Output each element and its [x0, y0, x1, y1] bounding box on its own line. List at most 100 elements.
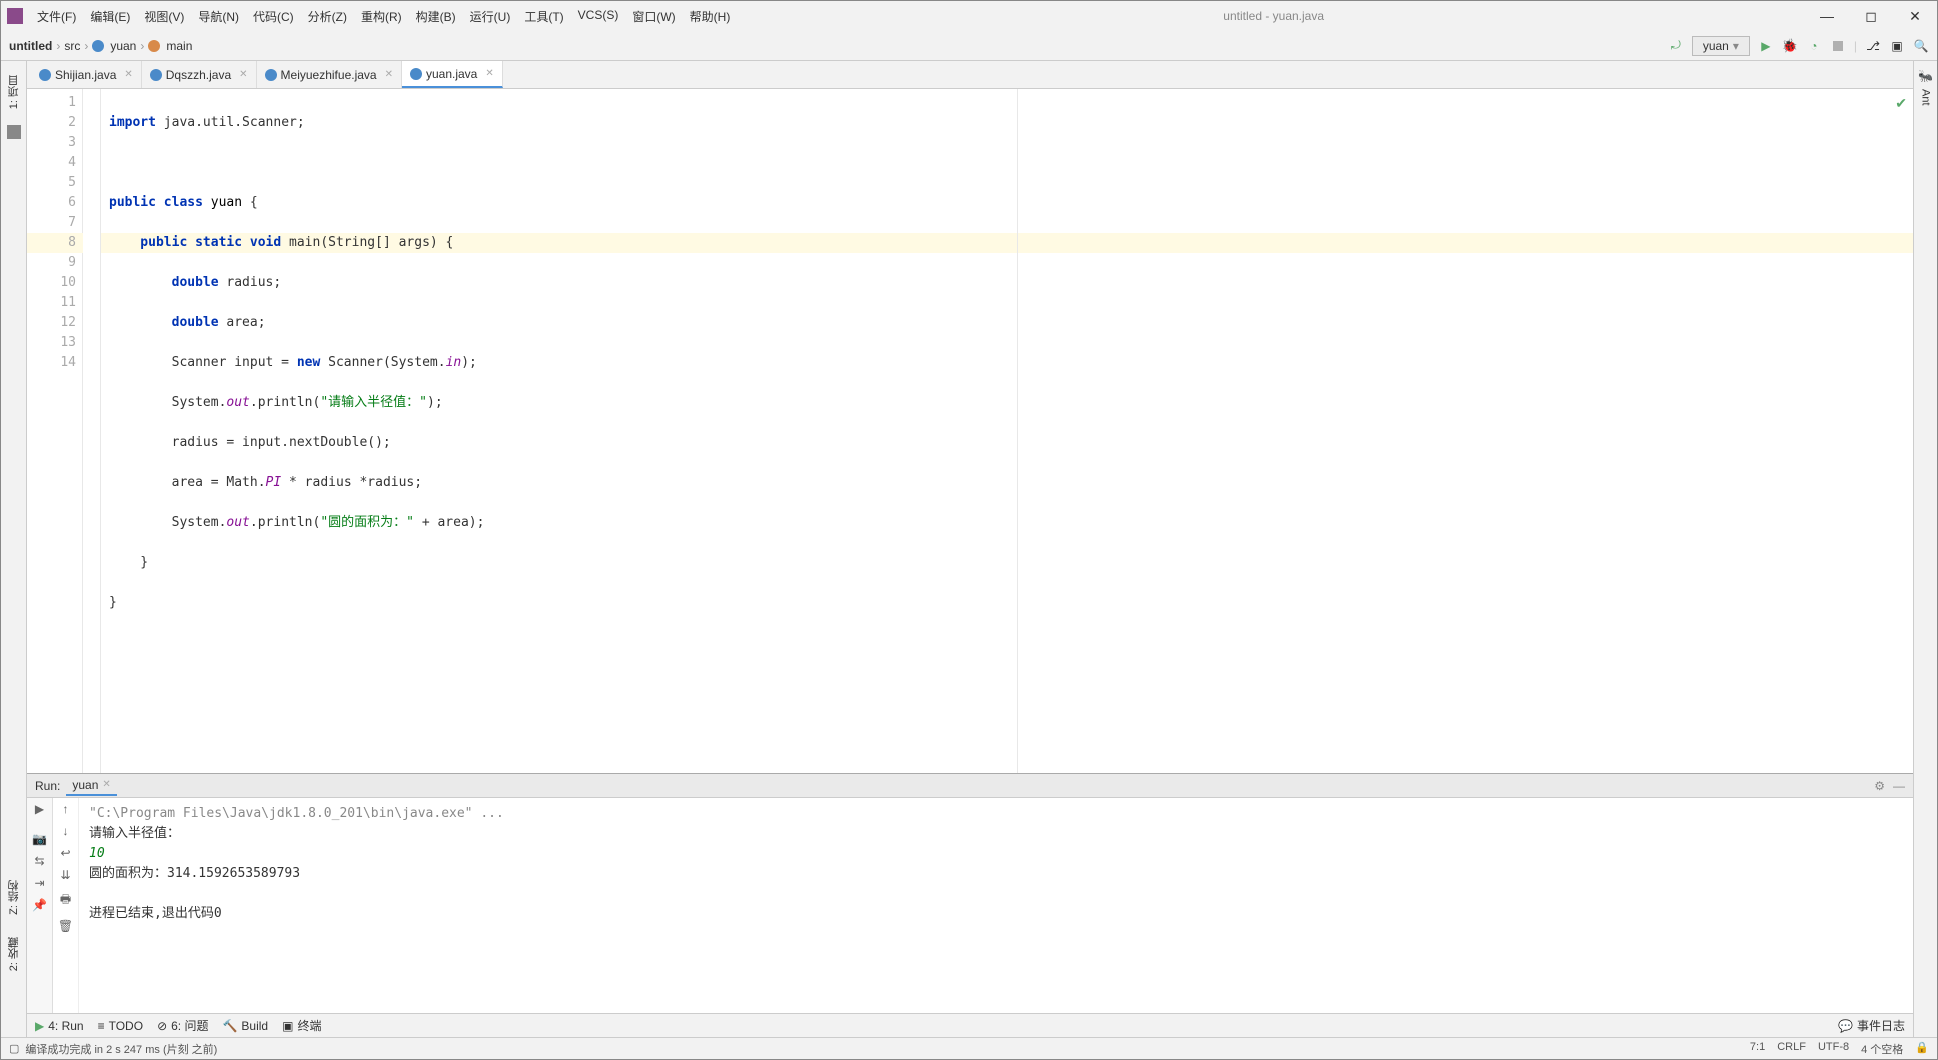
run-minimize-icon[interactable]: — [1893, 779, 1905, 793]
rerun-button[interactable]: ▶ [35, 802, 44, 816]
line-number[interactable]: 7 [27, 213, 82, 233]
status-indent[interactable]: 4 个空格 [1861, 1041, 1903, 1057]
terminal-icon: ▣ [282, 1019, 293, 1033]
breadcrumb: untitled › src › yuan › main [9, 39, 192, 53]
java-file-icon [39, 69, 51, 81]
menu-window[interactable]: 窗口(W) [626, 4, 681, 29]
menu-edit[interactable]: 编辑(E) [84, 4, 136, 29]
tool-project[interactable]: 1: 项目 [6, 69, 22, 115]
run-console[interactable]: "C:\Program Files\Java\jdk1.8.0_201\bin\… [79, 798, 1913, 1013]
tool-favorites[interactable]: 2: 收藏 [6, 931, 22, 977]
menu-help[interactable]: 帮助(H) [684, 4, 737, 29]
status-position[interactable]: 7:1 [1750, 1041, 1765, 1057]
breadcrumb-class[interactable]: yuan [110, 39, 136, 53]
close-tab-icon[interactable]: ✕ [385, 69, 393, 80]
code-editor[interactable]: 1 2 3▶ 4▶ 5 6 7 8 9 10 11 12 13 14 impor… [27, 89, 1913, 773]
debug-button[interactable]: 🐞 [1782, 38, 1798, 54]
close-tab-icon[interactable]: ✕ [485, 68, 493, 79]
line-number[interactable]: 6 [27, 193, 82, 213]
menu-code[interactable]: 代码(C) [247, 4, 300, 29]
line-number[interactable]: 5 [27, 173, 82, 193]
coverage-button[interactable]: ◔ [1806, 38, 1822, 54]
tab-label: Meiyuezhifue.java [281, 68, 377, 82]
tool-terminal[interactable]: ▣终端 [282, 1017, 321, 1034]
run-panel: Run: yuan ✕ ⚙ — ▶ 📷 ⇆ [27, 773, 1913, 1013]
close-tab-icon[interactable]: ✕ [239, 69, 247, 80]
tab-dqszzh[interactable]: Dqszzh.java ✕ [142, 61, 257, 88]
close-run-tab-icon[interactable]: ✕ [102, 779, 110, 790]
menu-refactor[interactable]: 重构(R) [355, 4, 408, 29]
camera-icon[interactable]: 📷 [32, 832, 47, 846]
line-number[interactable]: 8 [27, 233, 82, 253]
tool-problems[interactable]: ⊘6: 问题 [157, 1017, 208, 1034]
line-number[interactable]: 14 [27, 353, 82, 373]
line-number[interactable]: 13 [27, 333, 82, 353]
inspection-status: ✔ [1895, 95, 1907, 112]
status-lock-icon[interactable]: 🔒 [1915, 1041, 1929, 1057]
run-settings-icon[interactable]: ⚙ [1874, 779, 1885, 793]
tool-build[interactable]: 🔨Build [222, 1019, 268, 1033]
code-area[interactable]: import java.util.Scanner; public class y… [101, 89, 1913, 773]
tab-shijian[interactable]: Shijian.java ✕ [31, 61, 142, 88]
menu-navigate[interactable]: 导航(N) [192, 4, 245, 29]
line-number[interactable]: 1 [27, 93, 82, 113]
run-toolbar-right: ↑ ↓ ↩ ⇊ 🖶 🗑 [53, 798, 79, 1013]
run-config-dropdown[interactable]: yuan ▾ [1692, 36, 1750, 56]
tool-todo[interactable]: ≡TODO [98, 1019, 143, 1033]
breadcrumb-project[interactable]: untitled [9, 39, 52, 53]
method-icon [148, 40, 160, 52]
breadcrumb-method[interactable]: main [166, 39, 192, 53]
layout-run-icon[interactable]: ⇆ [34, 854, 44, 868]
layout-icon[interactable]: ▣ [1889, 38, 1905, 54]
tool-ant[interactable]: Ant [1920, 83, 1932, 112]
menu-view[interactable]: 视图(V) [138, 4, 190, 29]
print-icon[interactable]: 🖶 [60, 890, 71, 911]
wrap-icon[interactable]: ↩ [60, 846, 70, 860]
minimize-button[interactable]: — [1811, 8, 1843, 24]
menu-tools[interactable]: 工具(T) [518, 4, 569, 29]
up-arrow-icon[interactable]: ↑ [63, 802, 69, 816]
line-number[interactable]: 9 [27, 253, 82, 273]
line-number[interactable]: 10 [27, 273, 82, 293]
menu-analyze[interactable]: 分析(Z) [302, 4, 353, 29]
tool-eventlog[interactable]: 事件日志 [1857, 1017, 1905, 1034]
java-file-icon [410, 68, 422, 80]
menu-file[interactable]: 文件(F) [31, 4, 82, 29]
exit-icon[interactable]: ⇥ [34, 876, 44, 890]
status-encoding[interactable]: UTF-8 [1818, 1041, 1849, 1057]
breadcrumb-src[interactable]: src [64, 39, 80, 53]
build-icon[interactable]: ⤾ [1668, 38, 1684, 54]
line-number[interactable]: 12 [27, 313, 82, 333]
maximize-button[interactable]: ◻ [1855, 8, 1887, 25]
stop-button[interactable] [1830, 38, 1846, 54]
pin-icon[interactable]: 📌 [32, 898, 47, 912]
tool-run[interactable]: ▶4: Run [35, 1019, 84, 1033]
line-number[interactable]: 3▶ [27, 133, 82, 153]
search-everywhere-icon[interactable]: 🔍 [1913, 38, 1929, 54]
menu-vcs[interactable]: VCS(S) [572, 4, 625, 29]
status-line-ending[interactable]: CRLF [1777, 1041, 1806, 1057]
menu-build[interactable]: 构建(B) [410, 4, 462, 29]
run-button[interactable]: ▶ [1758, 38, 1774, 54]
down-arrow-icon[interactable]: ↓ [63, 824, 69, 838]
todo-icon: ≡ [98, 1019, 105, 1033]
menu-run[interactable]: 运行(U) [464, 4, 517, 29]
git-icon[interactable]: ⎇ [1865, 38, 1881, 54]
close-button[interactable]: ✕ [1899, 8, 1931, 25]
tab-meiyuezhifue[interactable]: Meiyuezhifue.java ✕ [257, 61, 402, 88]
ant-icon: 🐜 [1918, 69, 1933, 83]
close-tab-icon[interactable]: ✕ [124, 69, 132, 80]
tool-folder-icon[interactable] [7, 125, 21, 139]
line-number[interactable]: 11 [27, 293, 82, 313]
trash-icon[interactable]: 🗑 [58, 919, 73, 933]
editor-tabs: Shijian.java ✕ Dqszzh.java ✕ Meiyuezhifu… [27, 61, 1913, 89]
line-number[interactable]: 4▶ [27, 153, 82, 173]
tab-yuan[interactable]: yuan.java ✕ [402, 61, 503, 88]
status-dock-icon[interactable]: ▢ [9, 1042, 19, 1055]
scroll-icon[interactable]: ⇊ [60, 868, 70, 882]
console-input: 10 [89, 844, 1903, 864]
run-tab-yuan[interactable]: yuan ✕ [66, 776, 116, 796]
line-number[interactable]: 2 [27, 113, 82, 133]
tool-structure[interactable]: Z: 结构 [6, 874, 22, 921]
status-message: 编译成功完成 in 2 s 247 ms (片刻 之前) [25, 1041, 217, 1057]
